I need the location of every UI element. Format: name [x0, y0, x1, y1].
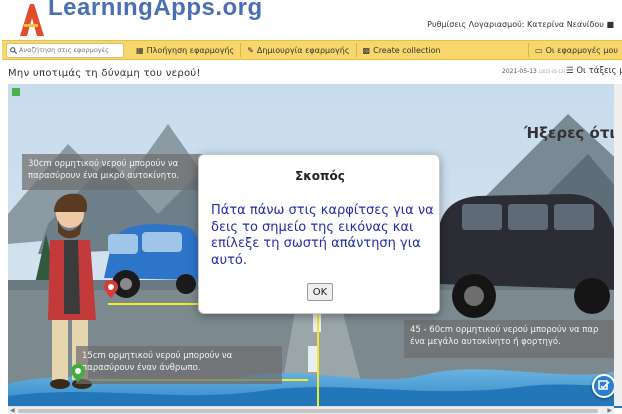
check-answer-button[interactable] [592, 374, 616, 398]
dialog-body: Πάτα πάνω στις καρφίτσες για να δεις το … [211, 203, 434, 268]
nav-create-app-label: Δημιουργία εφαρμογής [256, 45, 350, 55]
app-stage: 30cm ορμητικού νερού μπορούν να παρασύρο… [8, 84, 622, 408]
nav-browse-apps[interactable]: ▦ Πλοήγηση εφαρμογής [130, 43, 240, 57]
did-you-know-heading: Ήξερες ότι... [524, 124, 622, 142]
logo-mark-icon [20, 4, 44, 36]
horizontal-scrollbar[interactable]: ◀ ▶ [8, 406, 614, 414]
app-title: Μην υποτιμάς τη δύναμη του νερού! [8, 68, 201, 79]
apps-icon: ▭ [535, 45, 543, 55]
collection-icon: ▩ [362, 45, 371, 55]
logo[interactable]: LearningApps.org [8, 0, 262, 38]
account-settings-link[interactable]: Ρυθμίσεις Λογαριασμού: Κατερίνα Νεανίδου… [427, 20, 614, 29]
pencil-icon: ✎ [247, 45, 254, 55]
scrollbar-thumb[interactable] [18, 409, 598, 413]
grid-icon: ▦ [136, 45, 144, 55]
caption-large-car: 45 - 60cm ορμητικού νερού μπορούν να παρ… [404, 320, 616, 358]
caption-small-car: 30cm ορμητικού νερού μπορούν να παρασύρο… [22, 154, 206, 190]
edit-check-icon [598, 380, 610, 390]
app-date-small: (2021-05-13) [538, 69, 566, 74]
vertical-scrollbar[interactable] [614, 84, 622, 406]
nav-browse-apps-label: Πλοήγηση εφαρμογής [146, 45, 235, 55]
top-navbar: ▦ Πλοήγηση εφαρμογής ✎ Δημιουργία εφαρμο… [2, 40, 622, 60]
nav-create-app[interactable]: ✎ Δημιουργία εφαρμογής [240, 43, 355, 57]
dialog-title: Σκοπός [295, 169, 345, 183]
user-icon: ■ [606, 20, 614, 29]
ok-button[interactable]: OK [307, 283, 333, 301]
nav-my-apps-label: Οι εφαρμογές μου [545, 45, 618, 55]
fullscreen-icon[interactable] [12, 88, 20, 96]
goal-dialog: Σκοπός Πάτα πάνω στις καρφίτσες για να δ… [198, 154, 440, 314]
list-icon: ☰ [566, 66, 574, 76]
nav-create-collection[interactable]: ▩ Create collection [355, 43, 447, 57]
nav-create-collection-label: Create collection [373, 45, 441, 55]
my-classes-label: Οι τάξεις μ [576, 66, 622, 76]
green-pin-icon[interactable] [71, 364, 85, 382]
scroll-right-icon[interactable]: ▶ [607, 407, 612, 414]
page: { "header": { "logo_text": "LearningApps… [0, 0, 622, 414]
search-box[interactable] [6, 42, 124, 58]
my-classes-link[interactable]: ☰ Οι τάξεις μ [566, 66, 622, 76]
scroll-left-icon[interactable]: ◀ [10, 407, 15, 414]
nav-my-apps[interactable]: ▭ Οι εφαρμογές μου [528, 43, 622, 57]
logo-text: LearningApps.org [48, 0, 263, 21]
account-settings-label: Ρυθμίσεις Λογαριασμού: Κατερίνα Νεανίδου [427, 20, 604, 29]
caption-person: 15cm ορμητικού νερού μπορούν να παρασύρο… [76, 346, 282, 384]
search-icon [10, 46, 17, 54]
red-pin-icon[interactable] [104, 280, 118, 298]
app-date: 2021-05-13 (2021-05-13) [502, 68, 565, 75]
search-input[interactable] [19, 46, 119, 54]
app-date-value: 2021-05-13 [502, 68, 537, 75]
